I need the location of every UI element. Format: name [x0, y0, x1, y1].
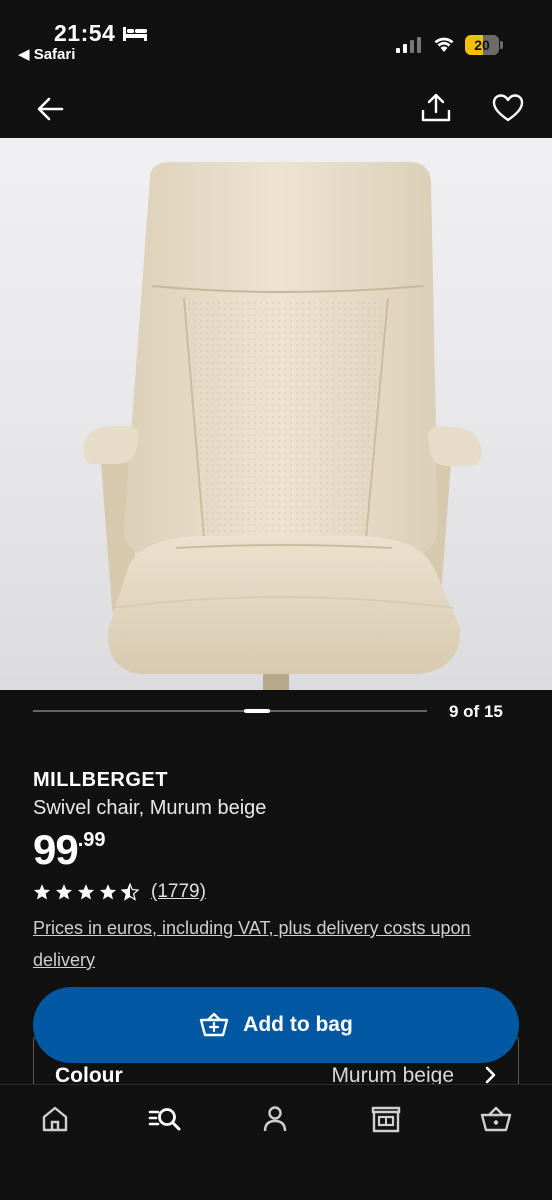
status-bar: 21:54 ◀ Safari 20	[0, 0, 552, 80]
status-time: 21:54	[54, 20, 116, 46]
search-icon	[148, 1108, 181, 1131]
star-full-icon	[77, 884, 95, 900]
star-half-icon	[121, 883, 139, 901]
back-to-safari-link[interactable]: ◀ Safari	[18, 45, 75, 63]
basket-icon	[480, 1106, 512, 1132]
price-decimal: .99	[77, 829, 106, 851]
battery-indicator: 20	[465, 35, 503, 55]
bed-icon	[123, 27, 147, 41]
star-full-icon	[99, 884, 117, 900]
image-counter: 9 of 15	[449, 702, 503, 721]
tab-search[interactable]	[147, 1103, 183, 1135]
bottom-tab-bar	[0, 1084, 552, 1200]
home-icon	[42, 1106, 68, 1132]
back-arrow-icon[interactable]	[34, 94, 66, 124]
rating-row[interactable]: (1779)	[33, 880, 206, 904]
chair-illustration	[83, 162, 482, 690]
add-to-bag-button[interactable]: Add to bag	[33, 987, 519, 1063]
star-full-icon	[33, 884, 51, 900]
heart-icon[interactable]	[492, 93, 524, 123]
carousel-track	[33, 710, 427, 712]
add-to-bag-label: Add to bag	[243, 1013, 353, 1036]
product-image[interactable]	[0, 138, 552, 690]
tab-profile[interactable]	[257, 1103, 293, 1135]
price-integer: 99	[33, 826, 79, 873]
product-name: MILLBERGET	[33, 769, 168, 791]
app-header	[0, 80, 552, 138]
tab-home[interactable]	[37, 1103, 73, 1135]
star-full-icon	[55, 884, 73, 900]
chevron-right-icon	[485, 1066, 496, 1084]
profile-icon	[263, 1106, 287, 1132]
carousel-thumb	[244, 709, 270, 713]
product-price: 99.99	[33, 826, 106, 874]
share-icon[interactable]	[420, 92, 452, 124]
vat-delivery-note-link[interactable]: Prices in euros, including VAT, plus del…	[33, 912, 473, 976]
wifi-icon	[434, 37, 454, 52]
tab-store[interactable]	[368, 1103, 404, 1135]
battery-level: 20	[474, 37, 490, 53]
image-carousel-indicator: 9 of 15	[0, 690, 552, 734]
product-description: Swivel chair, Murum beige	[33, 797, 267, 819]
cellular-signal-icon	[396, 37, 421, 53]
review-count-link[interactable]: (1779)	[151, 881, 206, 903]
store-icon	[371, 1106, 401, 1133]
tab-basket[interactable]	[478, 1103, 514, 1135]
basket-add-icon	[199, 1012, 229, 1037]
